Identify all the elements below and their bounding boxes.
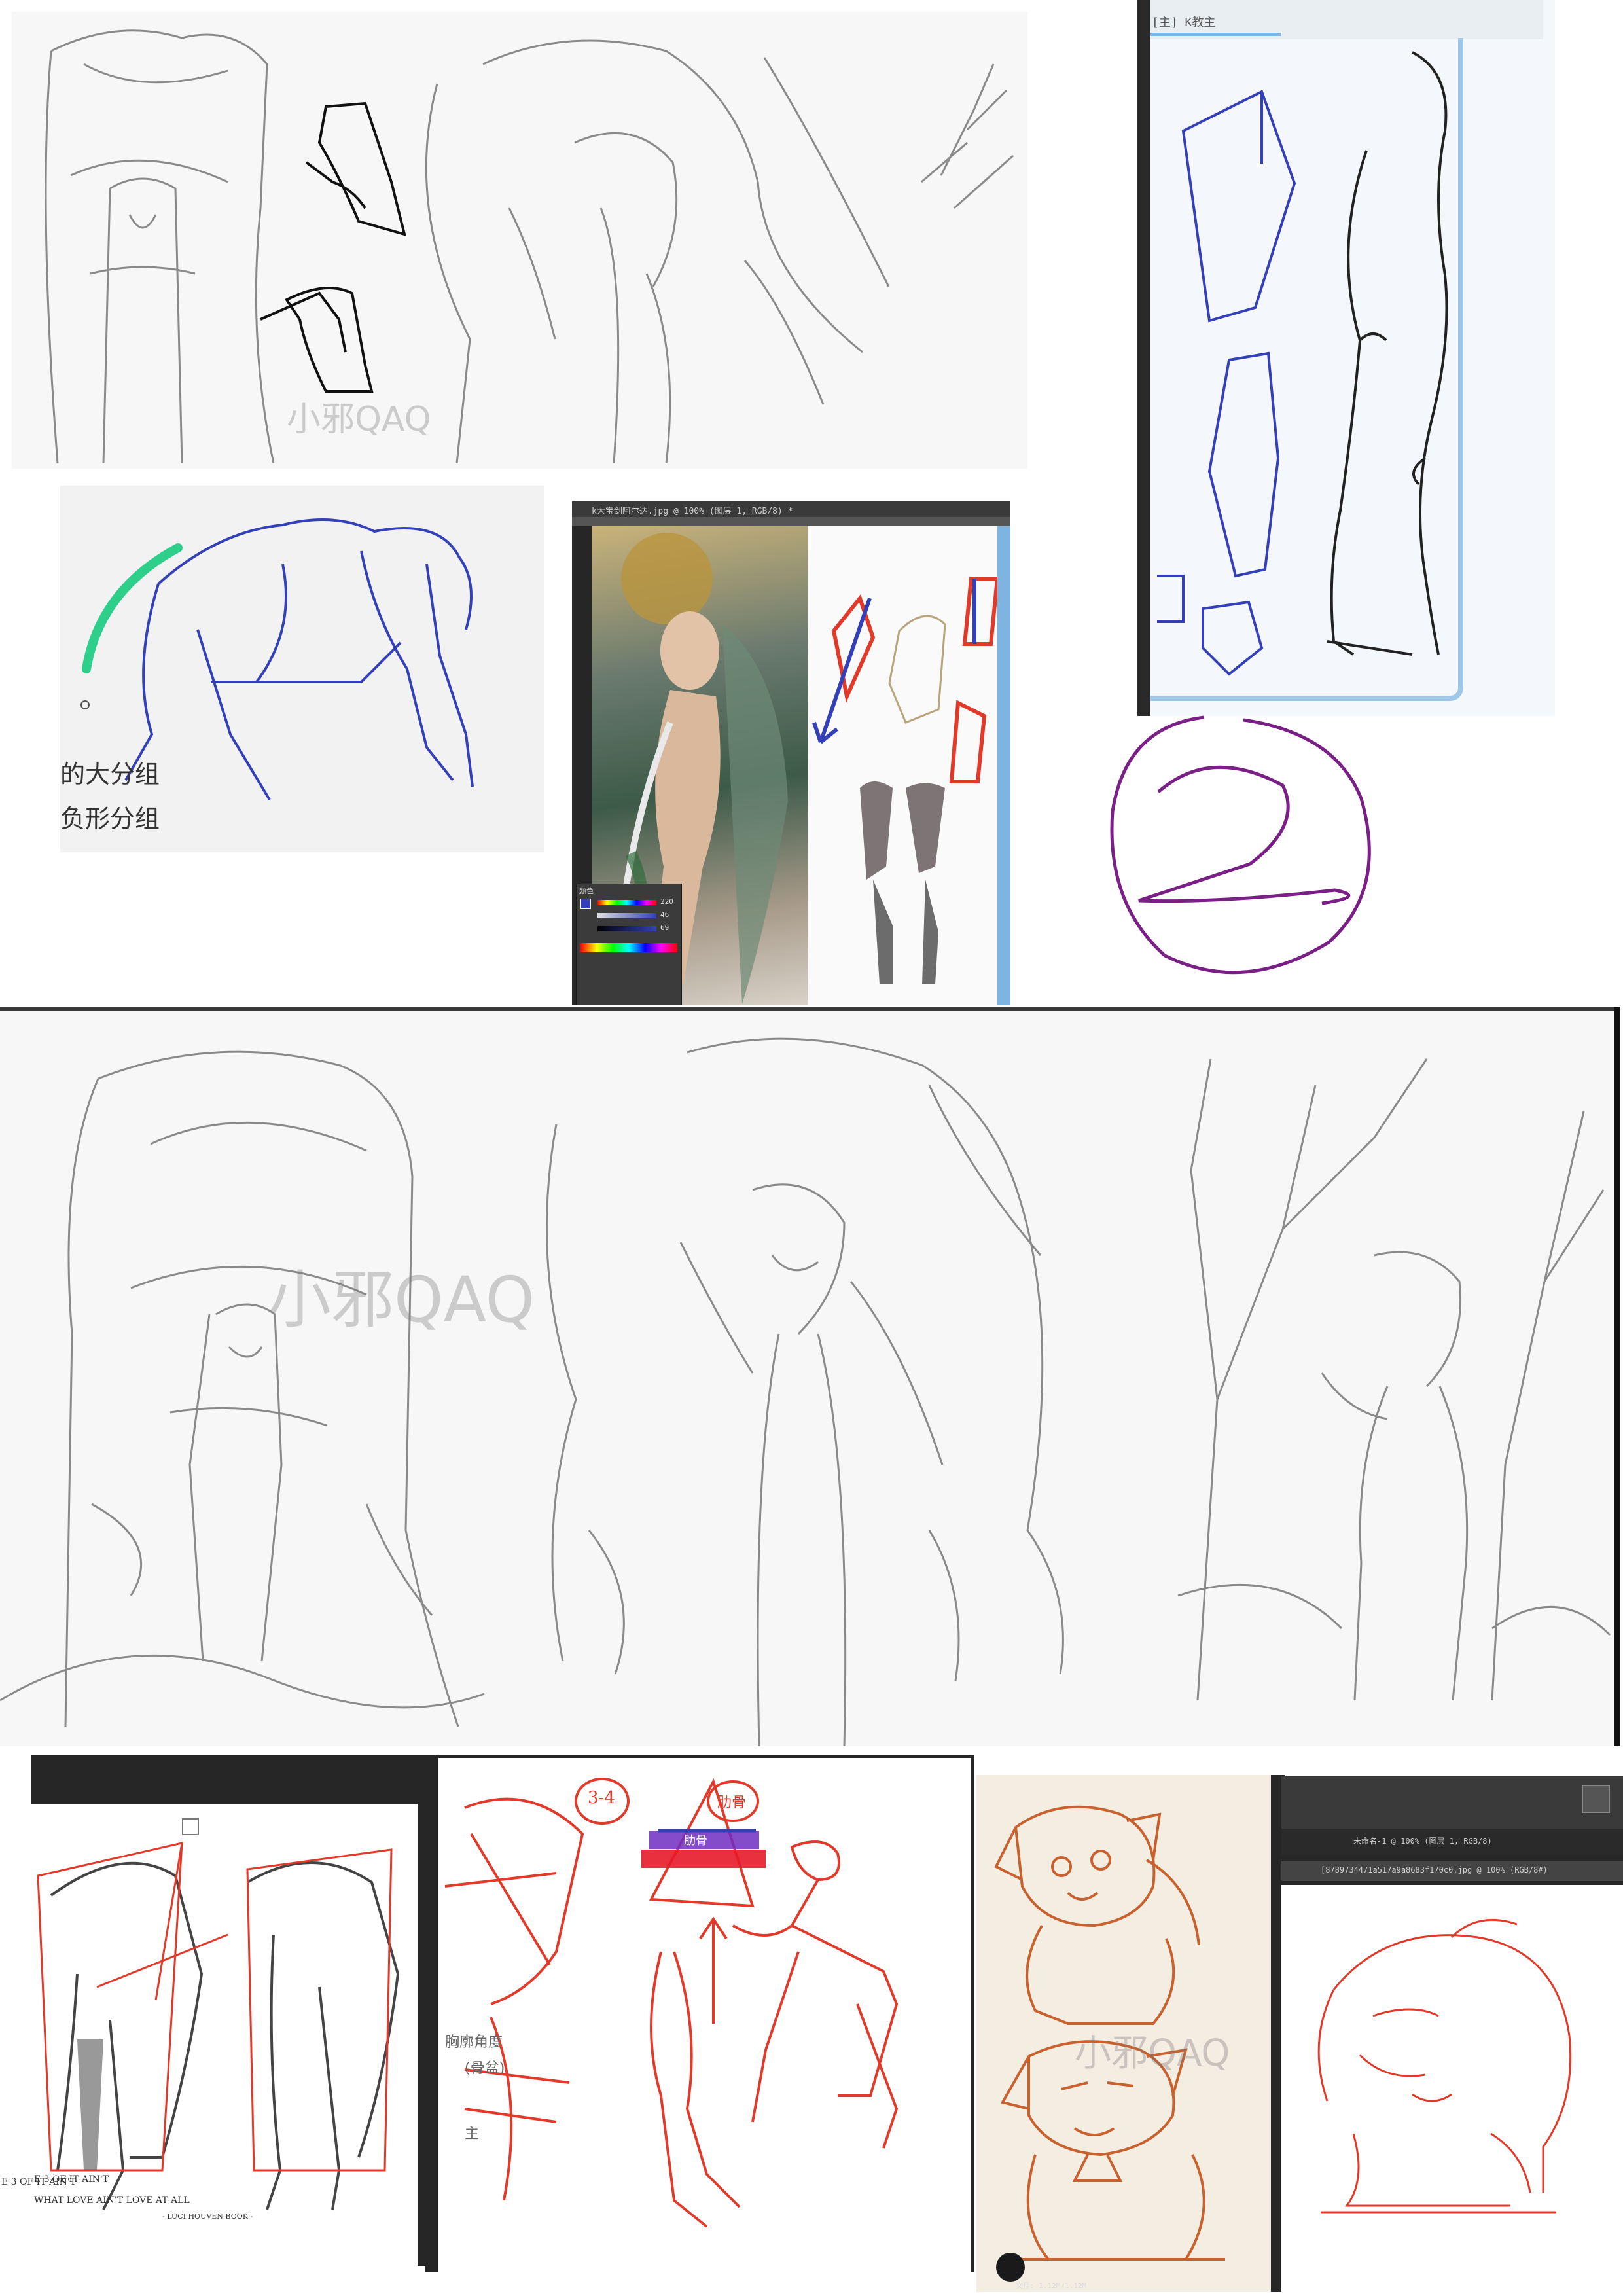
note-line-1: 的大分组 [60,760,160,789]
panel-red-construction: 3-4 肋骨 肋骨 胸廓角度 (骨盆) 主 [425,1755,974,2272]
circled-two [1110,715,1371,975]
hue-slider[interactable] [597,900,656,905]
leg-color-diagram [812,577,997,984]
layer-icon[interactable] [182,1818,199,1835]
panel-sketch-strip-top: 小邪QAQ [12,12,1027,469]
panel-photoshop-painting: k大宝剑阿尔达.jpg @ 100% (图层 1, RGB/8) * 颜色 22… [572,501,1010,1005]
panel-sketch-strip-main: 小邪QAQ [0,1007,1620,1746]
right-edge [971,1755,974,2272]
canvas-right [808,526,997,1005]
color-panel-title: 颜色 [579,887,594,895]
top-border [0,1007,1620,1011]
color-ramp[interactable] [580,943,677,952]
note-3: 主 [465,2126,480,2142]
purple-number-annotation [1086,707,1387,995]
horse-drawing [80,518,474,801]
saturation-value[interactable]: 46 [660,910,669,919]
doc-tab-2[interactable]: [8789734471a517a9a8683f170c0.jpg @ 100% … [1321,1865,1548,1874]
pug-lineart [1317,1918,1572,2214]
watermark: 小邪QAQ [1075,2032,1230,2075]
note-1: 胸廓角度 [445,2034,503,2051]
leg-drawing [1157,51,1448,676]
note-2: (骨盆) [465,2060,505,2077]
brightness-value[interactable]: 69 [660,924,669,932]
panel-leg-structure: [主] K教主 [1137,0,1555,716]
canvas-white [1281,1885,1623,2293]
quote-signature: - LUCI HOUVEN BOOK - [162,2212,253,2221]
label-rib-box: 肋骨 [684,1834,707,1848]
quote-line-1b: E 3 OF IT AIN'T [34,2174,109,2185]
ruler [572,517,1010,526]
sketch-lineart-top [45,29,1014,464]
brightness-slider[interactable] [597,926,656,931]
doc-tab-1[interactable]: 未命名-1 @ 100% (图层 1, RGB/8) [1353,1835,1492,1846]
label-ratio: 3-4 [588,1788,615,1808]
watermark: 小邪QAQ [268,1263,535,1336]
menu-button[interactable] [1582,1785,1610,1813]
panel-pug-sketches: 小邪QAQ 文件: 1.12M/1.12M [976,1775,1285,2292]
foreground-swatch[interactable] [580,899,591,909]
watermark: 小邪QAQ [287,400,431,439]
panel-dancers-gesture: E 3 OF IT AIN'T E 3 OF IT AIN'T WHAT LOV… [1,1755,437,2266]
panel-horse-sketch: 的大分组 负形分组 [60,486,544,852]
panel-photoshop-pug: 未命名-1 @ 100% (图层 1, RGB/8) [8789734471a5… [1281,1776,1623,2293]
status-bar: 文件: 1.12M/1.12M [1016,2282,1087,2290]
label-rib-circle: 肋骨 [717,1795,747,1811]
tool-sidebar [425,1755,438,2272]
hue-value[interactable]: 220 [660,897,673,906]
color-panel[interactable]: 颜色 220 46 69 [576,884,682,1005]
top-edge [438,1755,974,1758]
scroll-frame[interactable] [997,526,1010,1005]
note-line-2: 负形分组 [60,804,160,833]
logo-bird [996,2253,1025,2282]
right-border [1614,1007,1620,1746]
saturation-slider[interactable] [597,913,656,918]
quote-line-2: WHAT LOVE AIN'T LOVE AT ALL [34,2195,190,2206]
sketch-lineart-main [0,1037,1611,1746]
options-bar [1281,1776,1623,1829]
document-tab[interactable]: k大宝剑阿尔达.jpg @ 100% (图层 1, RGB/8) * [592,504,793,516]
